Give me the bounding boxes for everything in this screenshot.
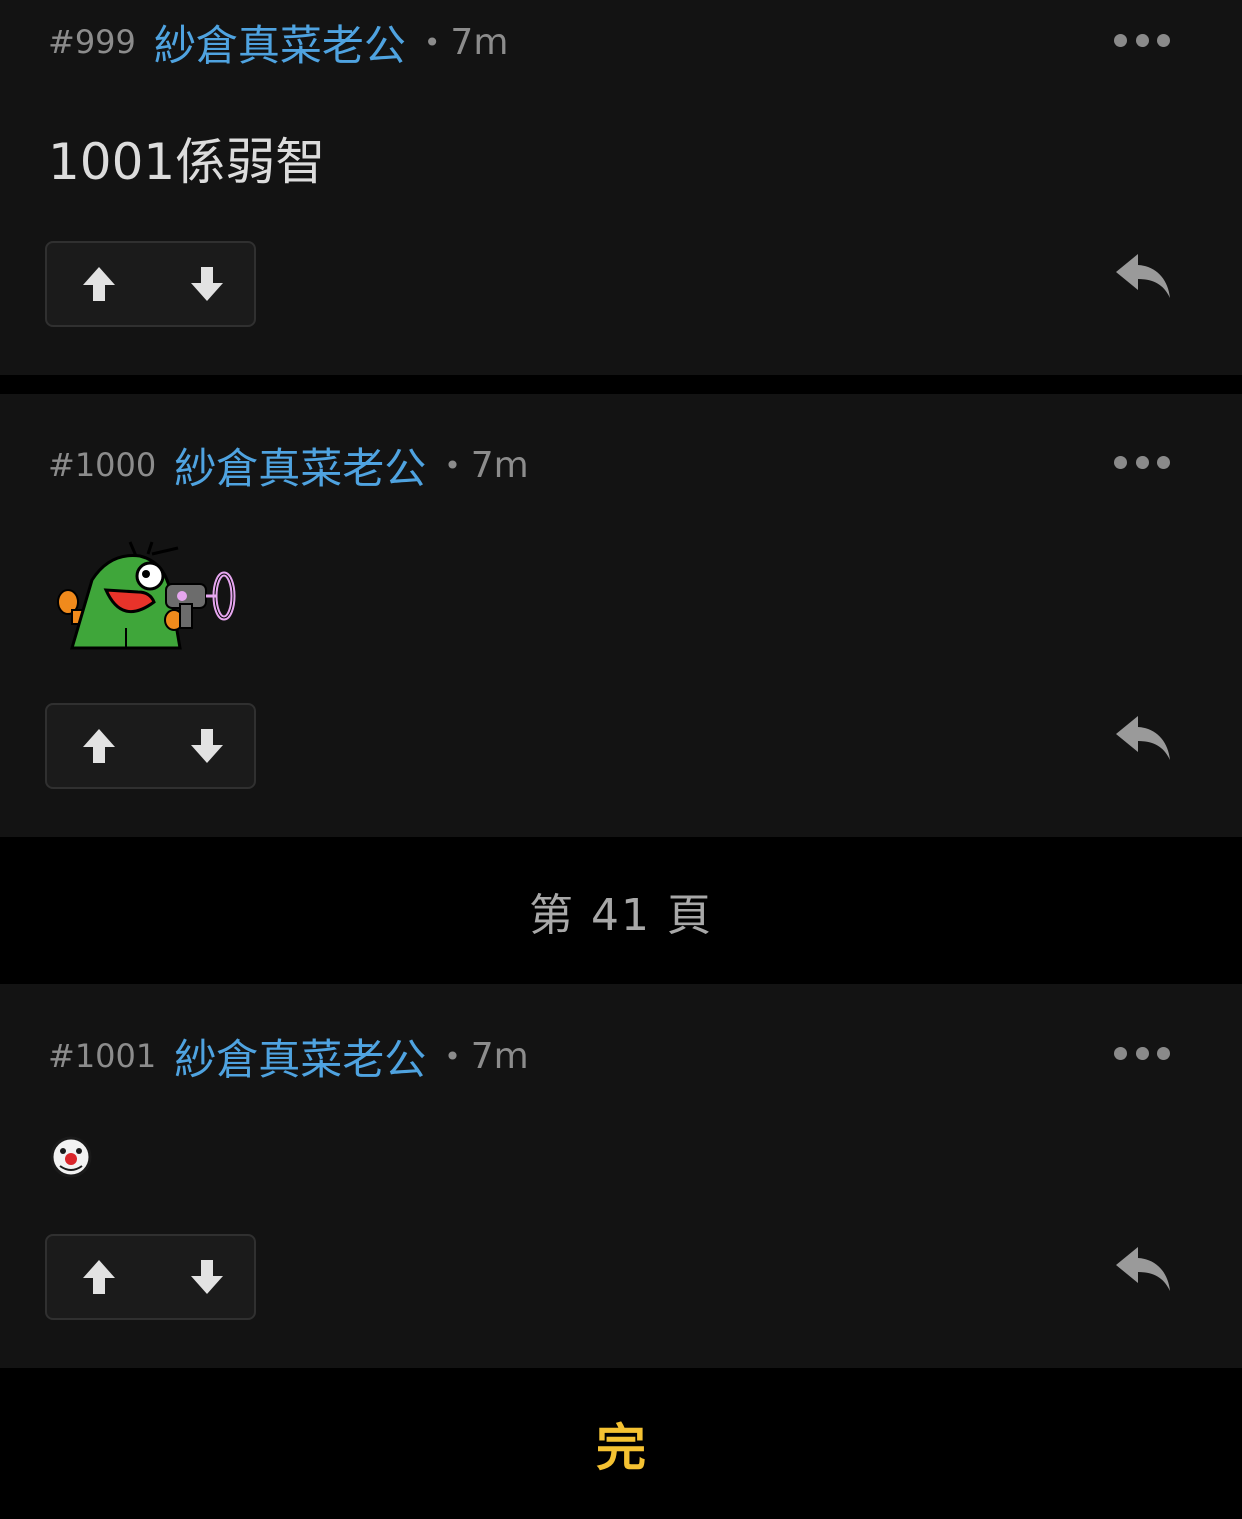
post-username[interactable]: 紗倉真菜老公 [174,1026,426,1087]
more-dots-icon [1114,455,1127,469]
post-header: #1000 紗倉真菜老公 • 7m [48,435,529,495]
more-dots-icon [1114,33,1127,47]
reply-icon [1116,254,1170,298]
vote-box [45,241,256,327]
more-options-button[interactable] [1114,30,1170,50]
downvote-button[interactable] [157,705,257,787]
more-dots-icon [1135,455,1149,469]
post-number: #1001 [48,1037,157,1075]
more-dots-icon [1114,1046,1127,1060]
upvote-button[interactable] [49,243,149,325]
reply-button[interactable] [1114,714,1172,764]
page-divider: 第 41 頁 [0,837,1242,984]
arrow-up-icon [83,1260,115,1294]
clown-face-emoji [50,1136,92,1178]
more-options-button[interactable] [1114,452,1170,472]
end-label: 完 [596,1418,646,1477]
vote-box [45,1234,256,1320]
post-time: 7m [470,1035,529,1077]
sticker-image [52,540,244,652]
arrow-down-icon [191,267,223,301]
post-username[interactable]: 紗倉真菜老公 [154,12,406,73]
post-1001: #1001 紗倉真菜老公 • 7m [0,984,1242,1368]
more-dots-icon [1157,1046,1170,1060]
vote-box [45,703,256,789]
downvote-button[interactable] [157,243,257,325]
post-time: 7m [470,444,529,486]
arrow-up-icon [83,729,115,763]
green-creature-sticker [57,541,236,650]
upvote-button[interactable] [49,705,149,787]
post-username[interactable]: 紗倉真菜老公 [174,435,426,496]
post-body-text: 1001係弱智 [48,133,326,191]
more-dots-icon [1135,1046,1149,1060]
reply-icon [1116,716,1170,760]
reply-icon [1116,1247,1170,1291]
reply-button[interactable] [1114,252,1172,302]
arrow-up-icon [83,267,115,301]
sticker-image [50,1136,92,1178]
arrow-down-icon [191,729,223,763]
end-of-thread-bar: 完 [0,1368,1242,1519]
post-time: 7m [450,21,509,63]
more-dots-icon [1135,33,1149,47]
arrow-down-icon [191,1260,223,1294]
reply-button[interactable] [1114,1245,1172,1295]
post-separator: • [423,25,441,59]
post-number: #999 [48,23,136,61]
page-number-label: 第 41 頁 [529,889,713,941]
downvote-button[interactable] [157,1236,257,1318]
post-999: #999 紗倉真菜老公 • 7m 1001係弱智 [0,0,1242,375]
thread-page: #999 紗倉真菜老公 • 7m 1001係弱智 #1000 紗倉真菜老公 • … [0,0,1242,1519]
post-header: #1001 紗倉真菜老公 • 7m [48,1026,529,1086]
upvote-button[interactable] [49,1236,149,1318]
more-options-button[interactable] [1114,1043,1170,1063]
post-1000: #1000 紗倉真菜老公 • 7m [0,394,1242,837]
more-dots-icon [1157,455,1170,469]
more-dots-icon [1157,33,1170,47]
post-header: #999 紗倉真菜老公 • 7m [48,12,508,72]
post-separator: • [444,448,461,482]
post-number: #1000 [48,446,157,484]
post-separator: • [444,1039,461,1073]
